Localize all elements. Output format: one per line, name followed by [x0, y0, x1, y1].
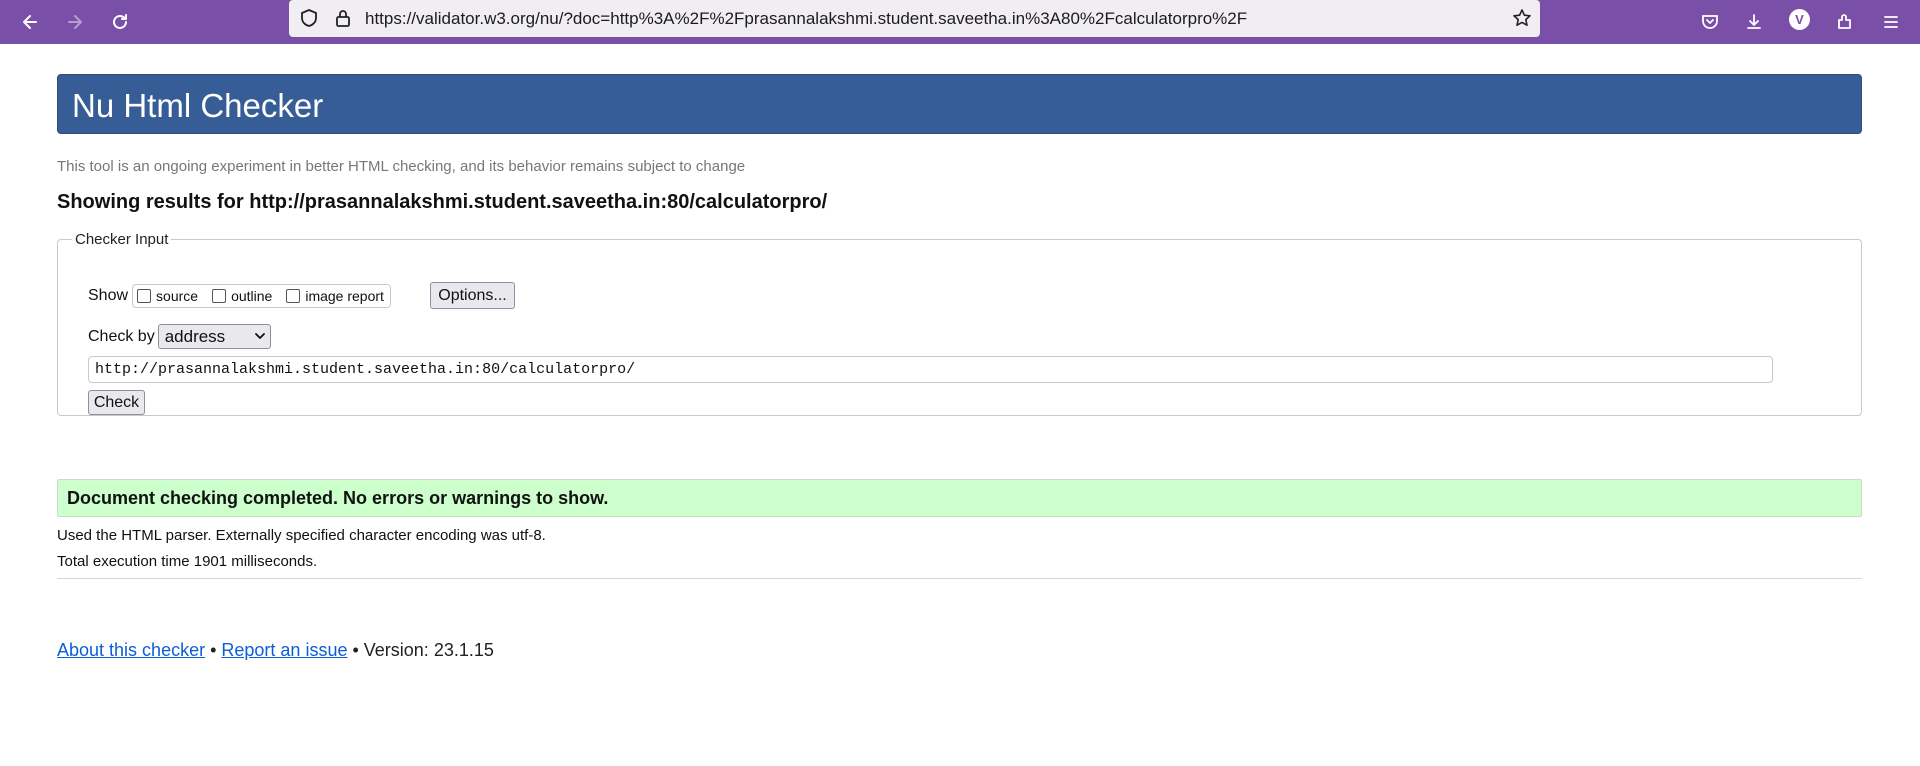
outline-checkbox[interactable] — [212, 289, 227, 303]
account-avatar[interactable]: V — [1789, 9, 1810, 30]
show-options-group: source outline image report — [132, 284, 391, 308]
forward-arrow-icon[interactable] — [59, 6, 91, 38]
browser-toolbar: https://validator.w3.org/nu/?doc=http%3A… — [0, 0, 1920, 44]
execution-time-info: Total execution time 1901 milliseconds. — [57, 553, 318, 570]
source-checkbox[interactable] — [137, 289, 152, 303]
about-checker-link[interactable]: About this checker — [57, 640, 205, 660]
check-by-selected-value[interactable]: address — [165, 327, 225, 347]
address-bar[interactable]: https://validator.w3.org/nu/?doc=http%3A… — [289, 0, 1540, 37]
version-text: • Version: 23.1.15 — [347, 640, 494, 660]
check-by-select[interactable]: address — [157, 324, 271, 349]
pocket-icon[interactable] — [1694, 6, 1726, 38]
report-issue-link[interactable]: Report an issue — [221, 640, 347, 660]
parser-info: Used the HTML parser. Externally specifi… — [57, 527, 546, 544]
show-options-row: Show source outline image report — [88, 284, 391, 308]
bookmark-star-icon[interactable] — [1510, 6, 1534, 30]
header-banner: Nu Html Checker — [57, 74, 1862, 134]
show-outline-option[interactable]: outline — [212, 288, 272, 304]
image-report-checkbox-label[interactable]: image report — [305, 288, 384, 304]
divider — [57, 578, 1862, 579]
page-title: Nu Html Checker — [72, 87, 324, 124]
show-source-option[interactable]: source — [137, 288, 198, 304]
checker-input-fieldset: Checker Input Show source outline image … — [57, 231, 1862, 416]
options-button[interactable]: Options... — [430, 282, 515, 309]
checker-input-legend: Checker Input — [75, 231, 169, 248]
footer: About this checker • Report an issue • V… — [57, 640, 494, 661]
chevron-down-icon[interactable] — [254, 327, 266, 347]
menu-icon[interactable] — [1875, 6, 1907, 38]
document-url-input[interactable]: http://prasannalakshmi.student.saveetha.… — [88, 356, 1773, 383]
tool-description: This tool is an ongoing experiment in be… — [57, 158, 746, 175]
back-arrow-icon[interactable] — [14, 6, 46, 38]
lock-icon[interactable] — [331, 6, 355, 30]
outline-checkbox-label[interactable]: outline — [231, 288, 272, 304]
reload-icon[interactable] — [104, 6, 136, 38]
url-text[interactable]: https://validator.w3.org/nu/?doc=http%3A… — [365, 9, 1247, 29]
check-by-label: Check by — [88, 327, 155, 345]
source-checkbox-label[interactable]: source — [156, 288, 198, 304]
results-heading: Showing results for http://prasannalaksh… — [57, 191, 828, 213]
check-by-row: Check by address — [88, 324, 271, 349]
show-label: Show — [88, 287, 129, 304]
extensions-icon[interactable] — [1829, 6, 1861, 38]
check-button[interactable]: Check — [88, 390, 145, 415]
footer-separator: • — [205, 640, 222, 660]
download-icon[interactable] — [1738, 6, 1770, 38]
result-success-message: Document checking completed. No errors o… — [57, 479, 1862, 517]
page-content: Nu Html Checker This tool is an ongoing … — [0, 44, 1920, 766]
show-image-report-option[interactable]: image report — [286, 288, 384, 304]
shield-icon[interactable] — [297, 6, 321, 30]
image-report-checkbox[interactable] — [286, 289, 301, 303]
